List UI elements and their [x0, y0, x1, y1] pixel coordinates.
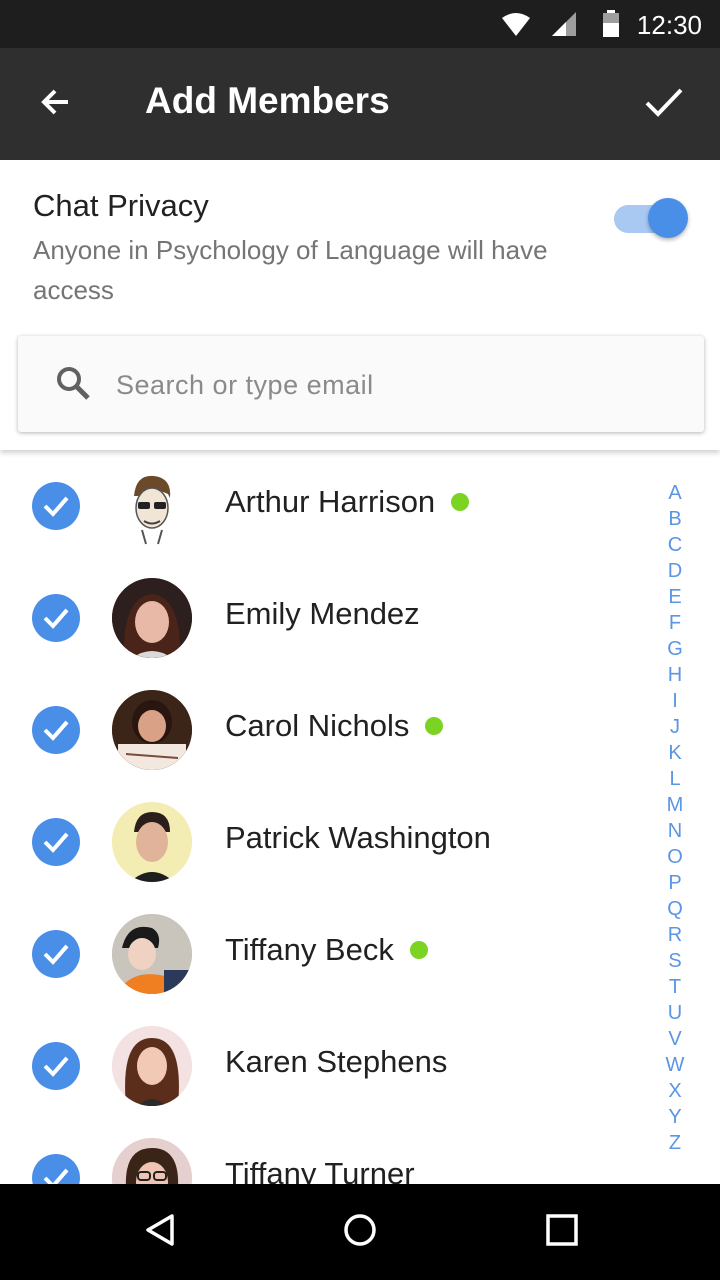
index-letter-r[interactable]: R [662, 922, 688, 948]
member-name-row: Tiffany Turner [225, 1156, 415, 1184]
member-name: Tiffany Turner [225, 1156, 415, 1184]
online-indicator [409, 941, 428, 959]
selected-check-icon[interactable] [32, 1042, 80, 1090]
member-name: Tiffany Beck [225, 932, 394, 967]
alphabet-index: A B C D E F G H I J K L M N O P Q R S T … [662, 480, 688, 1156]
selected-check-icon[interactable] [32, 482, 80, 530]
status-bar: 12:30 [0, 0, 720, 48]
avatar [112, 802, 192, 882]
index-letter-f[interactable]: F [662, 610, 688, 636]
member-row[interactable]: Emily Mendez [0, 562, 640, 674]
recents-square-icon [544, 1212, 580, 1253]
avatar [112, 914, 192, 994]
member-name-row: Patrick Washington [225, 820, 491, 856]
battery-icon [602, 10, 620, 43]
nav-back-button[interactable] [136, 1208, 184, 1256]
member-name-row: Karen Stephens [225, 1044, 447, 1080]
member-row[interactable]: Arthur Harrison [0, 450, 640, 562]
index-letter-v[interactable]: V [662, 1026, 688, 1052]
back-triangle-icon [142, 1212, 178, 1253]
members-list: Arthur Harrison Emily Mendez Carol Nicho… [0, 450, 720, 1184]
online-indicator [425, 717, 444, 735]
member-name-row: Tiffany Beck [225, 932, 428, 968]
confirm-button[interactable] [636, 76, 692, 132]
member-name: Emily Mendez [225, 596, 420, 631]
member-row[interactable]: Tiffany Beck [0, 898, 640, 1010]
nav-home-button[interactable] [336, 1208, 384, 1256]
privacy-toggle[interactable] [614, 198, 690, 238]
index-letter-t[interactable]: T [662, 974, 688, 1000]
privacy-label: Chat Privacy [33, 188, 209, 223]
index-letter-j[interactable]: J [662, 714, 688, 740]
avatar [112, 690, 192, 770]
member-row[interactable]: Karen Stephens [0, 1010, 640, 1122]
index-letter-k[interactable]: K [662, 740, 688, 766]
selected-check-icon[interactable] [32, 1154, 80, 1184]
index-letter-s[interactable]: S [662, 948, 688, 974]
member-name: Patrick Washington [225, 820, 491, 855]
index-letter-w[interactable]: W [662, 1052, 688, 1078]
member-row[interactable]: Patrick Washington [0, 786, 640, 898]
index-letter-i[interactable]: I [662, 688, 688, 714]
member-name: Arthur Harrison [225, 484, 436, 519]
index-letter-q[interactable]: Q [662, 896, 688, 922]
online-indicator [451, 493, 470, 511]
avatar [112, 1138, 192, 1184]
status-time: 12:30 [636, 10, 702, 40]
selected-check-icon[interactable] [32, 594, 80, 642]
index-letter-a[interactable]: A [662, 480, 688, 506]
signal-icon [550, 10, 578, 43]
privacy-description: Anyone in Psychology of Language will ha… [33, 235, 548, 305]
avatar [112, 578, 192, 658]
index-letter-o[interactable]: O [662, 844, 688, 870]
back-button[interactable] [28, 76, 84, 132]
privacy-section: Chat Privacy Anyone in Psychology of Lan… [0, 160, 720, 450]
member-name-row: Carol Nichols [225, 708, 444, 744]
avatar [112, 466, 192, 546]
wifi-icon [500, 10, 532, 45]
system-nav-bar [0, 1184, 720, 1280]
home-circle-icon [342, 1212, 378, 1253]
search-icon [54, 364, 92, 407]
member-name: Carol Nichols [225, 708, 410, 743]
page-title: Add Members [145, 80, 390, 121]
index-letter-e[interactable]: E [662, 584, 688, 610]
search-box [18, 336, 704, 432]
avatar [112, 1026, 192, 1106]
index-letter-p[interactable]: P [662, 870, 688, 896]
index-letter-m[interactable]: M [662, 792, 688, 818]
member-name: Karen Stephens [225, 1044, 448, 1079]
index-letter-y[interactable]: Y [662, 1104, 688, 1130]
nav-recents-button[interactable] [538, 1208, 586, 1256]
selected-check-icon[interactable] [32, 818, 80, 866]
app-bar: Add Members [0, 48, 720, 160]
check-icon [644, 84, 684, 125]
selected-check-icon[interactable] [32, 930, 80, 978]
index-letter-h[interactable]: H [662, 662, 688, 688]
arrow-left-icon [38, 84, 74, 125]
toggle-thumb [648, 198, 688, 238]
index-letter-g[interactable]: G [662, 636, 688, 662]
index-letter-z[interactable]: Z [662, 1130, 688, 1156]
search-input[interactable] [114, 358, 678, 412]
member-row[interactable]: Tiffany Turner [0, 1122, 640, 1184]
index-letter-n[interactable]: N [662, 818, 688, 844]
member-name-row: Arthur Harrison [225, 484, 470, 520]
index-letter-u[interactable]: U [662, 1000, 688, 1026]
selected-check-icon[interactable] [32, 706, 80, 754]
index-letter-x[interactable]: X [662, 1078, 688, 1104]
index-letter-c[interactable]: C [662, 532, 688, 558]
member-name-row: Emily Mendez [225, 596, 420, 632]
index-letter-d[interactable]: D [662, 558, 688, 584]
index-letter-l[interactable]: L [662, 766, 688, 792]
member-row[interactable]: Carol Nichols [0, 674, 640, 786]
index-letter-b[interactable]: B [662, 506, 688, 532]
